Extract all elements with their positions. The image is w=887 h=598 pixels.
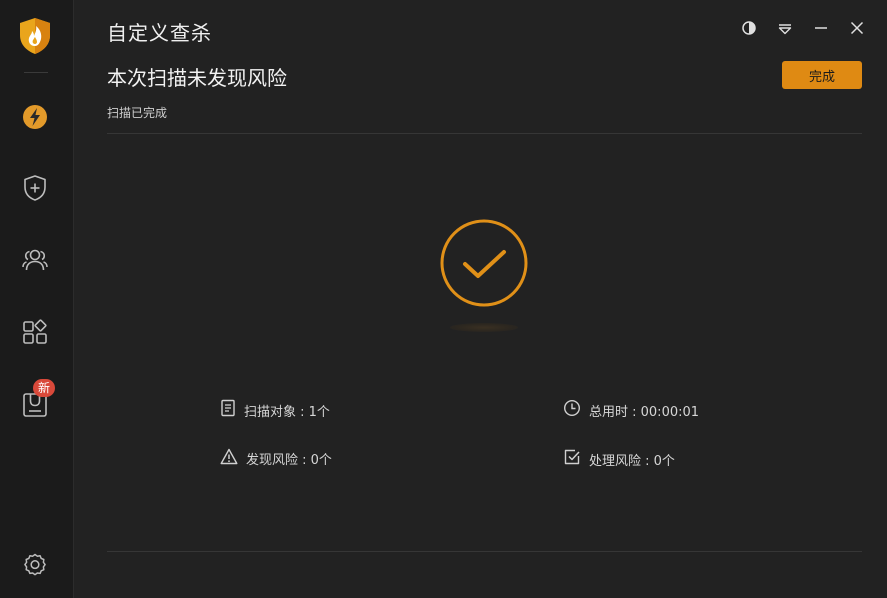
stat-scanned: 扫描对象 : 1个 [220,399,330,421]
stat-found: 发现风险 : 0个 [220,448,332,469]
check-shadow [450,323,518,332]
sidebar: 新 [0,0,74,598]
menu-dropdown-button[interactable] [767,18,803,40]
stat-found-label: 发现风险 : 0个 [246,453,332,468]
stat-scanned-label: 扫描对象 : 1个 [244,404,330,420]
dropdown-menu-icon [778,20,792,39]
success-check-icon [439,218,529,308]
close-icon [850,20,864,39]
minimize-icon [814,20,828,39]
sidebar-item-protection[interactable] [20,173,50,203]
stat-handled-label: 处理风险 : 0个 [589,453,675,469]
new-badge: 新 [33,379,56,397]
divider [107,133,862,134]
warning-icon [220,448,246,469]
apps-grid-icon [22,319,48,345]
window-controls [731,18,875,40]
shield-plus-icon [22,174,48,202]
checkbox-icon [563,448,589,470]
document-icon [220,399,244,421]
window-title: 自定义查杀 [107,21,212,45]
sidebar-item-users[interactable] [20,245,50,275]
sidebar-divider [24,72,48,73]
clock-icon [563,399,589,421]
done-button[interactable]: 完成 [782,61,862,89]
contrast-icon [742,20,756,39]
stat-elapsed-label: 总用时 : 00:00:01 [589,404,700,420]
close-button[interactable] [839,18,875,40]
stat-handled: 处理风险 : 0个 [563,448,675,470]
users-icon [21,246,49,274]
minimize-button[interactable] [803,18,839,40]
sidebar-item-apps[interactable] [20,317,50,347]
sidebar-item-settings[interactable] [20,550,50,580]
scan-status-text: 扫描已完成 [107,106,168,120]
stat-elapsed: 总用时 : 00:00:01 [563,399,699,421]
gear-icon [22,552,48,578]
lightning-icon [22,104,48,130]
app-logo-icon [18,17,52,55]
main-panel: 自定义查杀 本次扫描未发现风险 扫描已完成 完成 扫描对象: 1个 总用时:… [75,0,887,598]
scan-result-heading: 本次扫描未发现风险 [107,66,287,90]
divider [107,551,862,552]
sidebar-item-speed[interactable] [20,102,50,132]
theme-toggle-button[interactable] [731,18,767,40]
